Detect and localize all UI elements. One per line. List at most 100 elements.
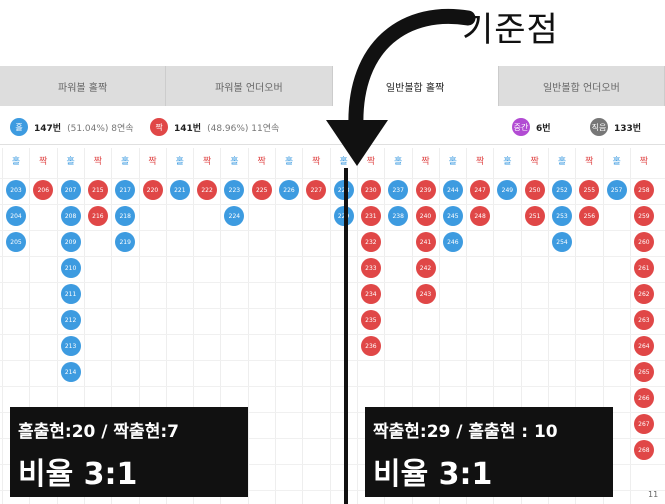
result-ball: 251 xyxy=(524,206,545,226)
reference-divider-line xyxy=(344,168,348,504)
result-ball: 253 xyxy=(552,206,572,226)
unknown-badge-icon: 직음 xyxy=(590,118,608,136)
tab-powerball-underover[interactable]: 파워볼 언더오버 xyxy=(166,66,333,106)
grid-column-line xyxy=(302,148,331,504)
tab-normalball-underover[interactable]: 일반볼합 언더오버 xyxy=(498,66,665,106)
column-header: 짝 xyxy=(639,157,649,167)
result-ball: 203 xyxy=(6,180,26,200)
result-ball: 241 xyxy=(415,232,436,252)
column-header: 짝 xyxy=(585,157,594,167)
column-header: 홀 xyxy=(121,157,130,167)
result-ball: 245 xyxy=(442,206,463,226)
result-ball: 209 xyxy=(60,232,81,252)
grid-row-line xyxy=(0,256,665,257)
grid-row-line xyxy=(0,386,665,387)
result-ball: 247 xyxy=(470,180,491,200)
result-ball: 252 xyxy=(552,180,572,200)
result-ball: 235 xyxy=(360,310,381,330)
result-ball: 248 xyxy=(470,206,491,226)
column-header: 짝 xyxy=(530,157,539,167)
middle-count: 6번 xyxy=(536,123,551,134)
result-ball: 242 xyxy=(415,258,436,278)
column-header: 짝 xyxy=(257,157,266,167)
column-header: 홀 xyxy=(557,157,567,167)
result-ball: 259 xyxy=(633,206,654,226)
even-badge-icon: 짝 xyxy=(150,118,168,136)
even-summary: 짝 141번 (48.96%) 11연속 xyxy=(150,118,279,136)
result-ball: 243 xyxy=(415,284,436,304)
result-ball: 225 xyxy=(251,180,272,200)
result-ball: 226 xyxy=(279,180,299,200)
result-ball: 234 xyxy=(360,284,381,304)
even-percent: (48.96%) 11연속 xyxy=(207,123,280,134)
column-header: 짝 xyxy=(93,157,103,167)
right-stats-overlay: 짝출현:29 / 홀출현 : 10 비율 3:1 xyxy=(365,407,613,497)
column-header: 홀 xyxy=(230,157,239,167)
tab-powerball-oddeven[interactable]: 파워볼 홀짝 xyxy=(0,66,167,106)
middle-badge-icon: 중간 xyxy=(512,118,530,136)
result-ball: 268 xyxy=(633,440,654,460)
grid-row-line xyxy=(0,230,665,231)
curved-arrow-icon xyxy=(326,8,476,166)
result-ball: 213 xyxy=(60,336,81,356)
result-ball: 264 xyxy=(633,336,654,356)
result-ball: 260 xyxy=(633,232,654,252)
left-count-text: 홀출현:20 / 짝출현:7 xyxy=(18,422,179,442)
result-ball: 244 xyxy=(442,180,463,200)
odd-percent: (51.04%) 8연속 xyxy=(67,123,134,134)
result-ball: 267 xyxy=(633,414,654,434)
column-header: 홀 xyxy=(503,157,512,167)
result-ball: 211 xyxy=(60,284,81,304)
result-ball: 216 xyxy=(87,206,108,226)
left-ratio-text: 비율 3:1 xyxy=(18,457,138,492)
grid-row-line xyxy=(0,334,665,335)
result-ball: 265 xyxy=(633,362,654,382)
result-ball: 236 xyxy=(360,336,381,356)
even-count: 141번 xyxy=(174,123,202,134)
result-ball: 258 xyxy=(633,180,654,200)
result-ball: 215 xyxy=(87,180,108,200)
result-ball: 250 xyxy=(524,180,545,200)
grid-column-line xyxy=(247,148,277,504)
grid-row-line xyxy=(0,282,665,283)
result-ball: 205 xyxy=(6,232,26,252)
result-ball: 261 xyxy=(633,258,654,278)
right-count-text: 짝출현:29 / 홀출현 : 10 xyxy=(373,422,558,442)
column-header: 홀 xyxy=(175,157,184,167)
result-ball: 204 xyxy=(6,206,26,226)
result-ball: 239 xyxy=(415,180,436,200)
odd-summary: 홀 147번 (51.04%) 8연속 xyxy=(10,118,134,136)
grid-row-line xyxy=(0,308,665,309)
result-ball: 221 xyxy=(169,180,190,200)
result-ball: 246 xyxy=(442,232,463,252)
grid-column-line xyxy=(275,148,304,504)
column-header: 짝 xyxy=(148,157,157,167)
odd-badge-icon: 홀 xyxy=(10,118,28,136)
result-ball: 262 xyxy=(633,284,654,304)
result-ball: 222 xyxy=(197,180,218,200)
unknown-count: 133번 xyxy=(614,123,642,134)
right-ratio-text: 비율 3:1 xyxy=(373,457,493,492)
result-ball: 220 xyxy=(142,180,163,200)
column-header: 홀 xyxy=(66,157,75,167)
result-ball: 231 xyxy=(360,206,381,226)
middle-summary: 중간 6번 xyxy=(512,118,551,136)
result-ball: 266 xyxy=(633,388,654,408)
column-header: 짝 xyxy=(39,157,48,167)
left-stats-overlay: 홀출현:20 / 짝출현:7 비율 3:1 xyxy=(10,407,248,497)
column-header: 홀 xyxy=(11,157,21,167)
result-ball: 233 xyxy=(360,258,381,278)
column-header: 홀 xyxy=(284,157,294,167)
result-ball: 232 xyxy=(360,232,381,252)
column-header: 짝 xyxy=(202,157,212,167)
unknown-summary: 직음 133번 xyxy=(590,118,641,136)
result-ball: 254 xyxy=(552,232,572,252)
result-ball: 208 xyxy=(60,206,81,226)
column-header: 홀 xyxy=(612,157,621,167)
result-ball: 207 xyxy=(60,180,81,200)
result-ball: 240 xyxy=(415,206,436,226)
result-ball: 212 xyxy=(60,310,81,330)
odd-count: 147번 xyxy=(34,123,62,134)
result-ball: 263 xyxy=(633,310,654,330)
result-ball: 210 xyxy=(60,258,81,278)
